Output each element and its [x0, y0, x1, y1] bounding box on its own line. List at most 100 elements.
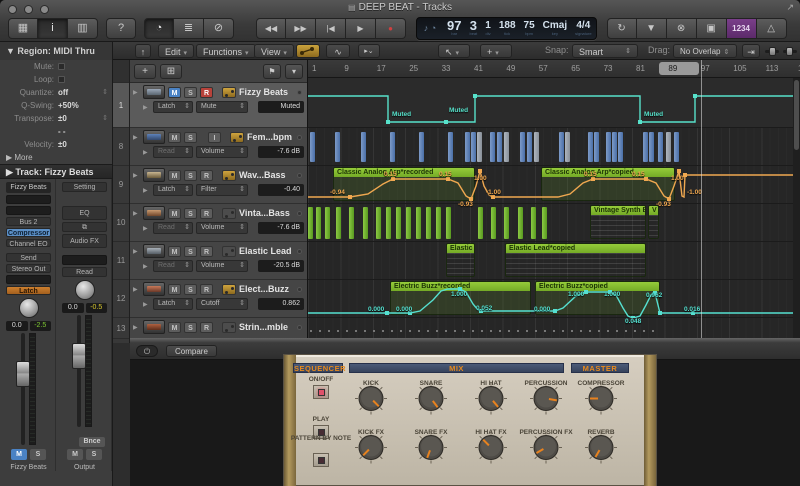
audio-slice[interactable]	[594, 132, 599, 162]
track-solo-button[interactable]: S	[184, 131, 197, 143]
track-on-indicator[interactable]	[297, 210, 302, 216]
track-mute-button[interactable]: M	[168, 169, 181, 181]
lcd-segment-bar[interactable]: 97 bar	[447, 19, 461, 36]
track-number[interactable]: 11	[113, 242, 129, 280]
track-solo-button[interactable]: S	[184, 245, 197, 257]
region[interactable]: Vintage Synth Bas	[590, 205, 646, 239]
audio-slice[interactable]	[490, 132, 495, 162]
play-button[interactable]: ▶	[346, 17, 376, 39]
plugin-button-on-off[interactable]	[313, 385, 329, 399]
audio-slice[interactable]	[542, 207, 547, 239]
disclosure-icon[interactable]: ▶	[143, 301, 150, 308]
track-number[interactable]: 8	[113, 128, 129, 166]
automation-node[interactable]	[444, 120, 448, 124]
audio-slice[interactable]	[643, 132, 648, 162]
lcd-segment-key[interactable]: Cmaj key	[543, 20, 567, 36]
quick-help-icon[interactable]: ?	[106, 17, 136, 39]
lcd-segment-div[interactable]: 1 div	[485, 20, 491, 36]
track-on-indicator[interactable]	[297, 248, 302, 254]
mute-button[interactable]: M	[11, 449, 27, 461]
track-solo-button[interactable]: S	[184, 169, 197, 181]
disclosure-icon[interactable]: ▶	[133, 210, 140, 217]
add-track-button[interactable]: +	[134, 63, 156, 79]
track-name[interactable]: Fem...bpm	[247, 132, 294, 142]
audio-slice[interactable]	[419, 132, 424, 162]
automation-mode-select[interactable]: Read ⇕	[153, 146, 193, 158]
disclosure-icon[interactable]: ▶	[143, 225, 150, 232]
audio-slice[interactable]	[606, 132, 611, 162]
audio-slice[interactable]	[390, 132, 395, 162]
disclosure-icon[interactable]: ▶	[133, 134, 140, 141]
param-value[interactable]: +50%	[58, 99, 79, 112]
command-click-tool-menu[interactable]: + ▾	[480, 44, 512, 58]
knob-kick[interactable]	[354, 382, 388, 421]
snap-menu[interactable]: Smart ⇕	[572, 44, 638, 58]
audio-slice[interactable]	[518, 207, 523, 239]
automation-value[interactable]: -7.6 dB	[258, 222, 304, 234]
audio-slice[interactable]	[520, 132, 525, 162]
collapse-tracks-icon[interactable]: ▾	[285, 63, 303, 79]
count-in-button[interactable]: 1234	[726, 17, 757, 39]
track-number[interactable]: 10	[113, 204, 129, 242]
track-name[interactable]: Vinta...Bass	[239, 208, 294, 218]
plugin-button-pattern-by-note[interactable]	[313, 453, 329, 467]
audio-slice[interactable]	[658, 132, 663, 162]
track-name[interactable]: Elastic Lead	[239, 246, 294, 256]
track-mute-button[interactable]: M	[168, 245, 181, 257]
inspector-icon[interactable]: i	[38, 17, 68, 39]
send-slot[interactable]: Send	[6, 253, 51, 263]
audio-slice[interactable]	[349, 207, 354, 239]
lcd-display[interactable]: ♪ ◔ 97 bar 3 beat 1 div 188 tick 75 bpm Cmaj key 4/4 s…	[416, 16, 597, 40]
audio-slice[interactable]	[436, 207, 441, 239]
param-value[interactable]: ±0	[58, 138, 67, 151]
track-on-indicator[interactable]	[297, 134, 302, 140]
track-name[interactable]: Fizzy Beats	[239, 87, 294, 97]
audio-slice[interactable]	[336, 207, 341, 239]
track-number[interactable]: 13	[113, 318, 129, 339]
mixer-icon[interactable]: ≣	[174, 17, 204, 39]
automation-icon[interactable]	[296, 44, 320, 58]
region[interactable]: V	[648, 205, 659, 239]
automation-state-icon[interactable]	[222, 245, 236, 257]
catch-playhead-icon[interactable]: ⇥	[742, 44, 760, 58]
disclosure-icon[interactable]: ▶	[143, 104, 150, 111]
vertical-zoom-slider[interactable]	[765, 47, 779, 56]
param-value[interactable]: ±0	[58, 112, 67, 125]
automation-value[interactable]: -0.40	[258, 184, 304, 196]
track-solo-button[interactable]: S	[184, 321, 197, 333]
edit-menu[interactable]: Edit ▾	[158, 44, 195, 58]
lcd-segment-bpm[interactable]: 75 bpm	[524, 20, 535, 36]
pan-knob[interactable]	[74, 280, 95, 300]
pointer-tool-menu[interactable]: ↖ ▾	[438, 44, 470, 58]
track-header-row[interactable]: ▶ M S R Strin...mble	[130, 318, 307, 339]
automation-node[interactable]	[385, 311, 389, 315]
track-record-button[interactable]: R	[200, 207, 213, 219]
automation-mode-select[interactable]: Read ⇕	[153, 260, 193, 272]
compressor-plugin-slot[interactable]: Compressor	[6, 227, 51, 237]
automation-node[interactable]	[348, 195, 352, 199]
track-record-button[interactable]: R	[200, 321, 213, 333]
cycle-button[interactable]: ↻	[606, 17, 637, 39]
audio-slice[interactable]	[491, 207, 496, 239]
param-value[interactable]: off	[58, 86, 68, 99]
automation-curve[interactable]	[308, 166, 799, 204]
audio-slice[interactable]	[674, 132, 679, 162]
track-solo-button[interactable]: S	[184, 207, 197, 219]
audio-slice[interactable]	[649, 132, 654, 162]
inspector-more[interactable]: ▶ More	[0, 151, 112, 164]
region[interactable]: Elastic L	[446, 243, 475, 277]
stepper-icon[interactable]: ⇕	[102, 112, 108, 125]
audio-slice[interactable]	[559, 132, 564, 162]
track-lane[interactable]	[308, 318, 800, 339]
track-mute-button[interactable]: M	[168, 283, 181, 295]
automation-mode-select[interactable]: Read ⇕	[153, 222, 193, 234]
disclosure-icon[interactable]: ▶	[143, 149, 150, 156]
compare-button[interactable]: Compare	[166, 345, 217, 357]
audio-slice[interactable]	[534, 132, 539, 162]
track-mute-button[interactable]: M	[168, 321, 181, 333]
lcd-segment-beat[interactable]: 3 beat	[469, 19, 477, 36]
automation-param-select[interactable]: Cutoff ⇕	[196, 298, 248, 310]
audio-slice[interactable]	[531, 207, 536, 239]
track-header-row[interactable]: ▶ M S R Vinta...Bass ▶ Read ⇕ Volume ⇕ -7.6 dB	[130, 204, 307, 242]
audio-slice[interactable]	[612, 132, 617, 162]
